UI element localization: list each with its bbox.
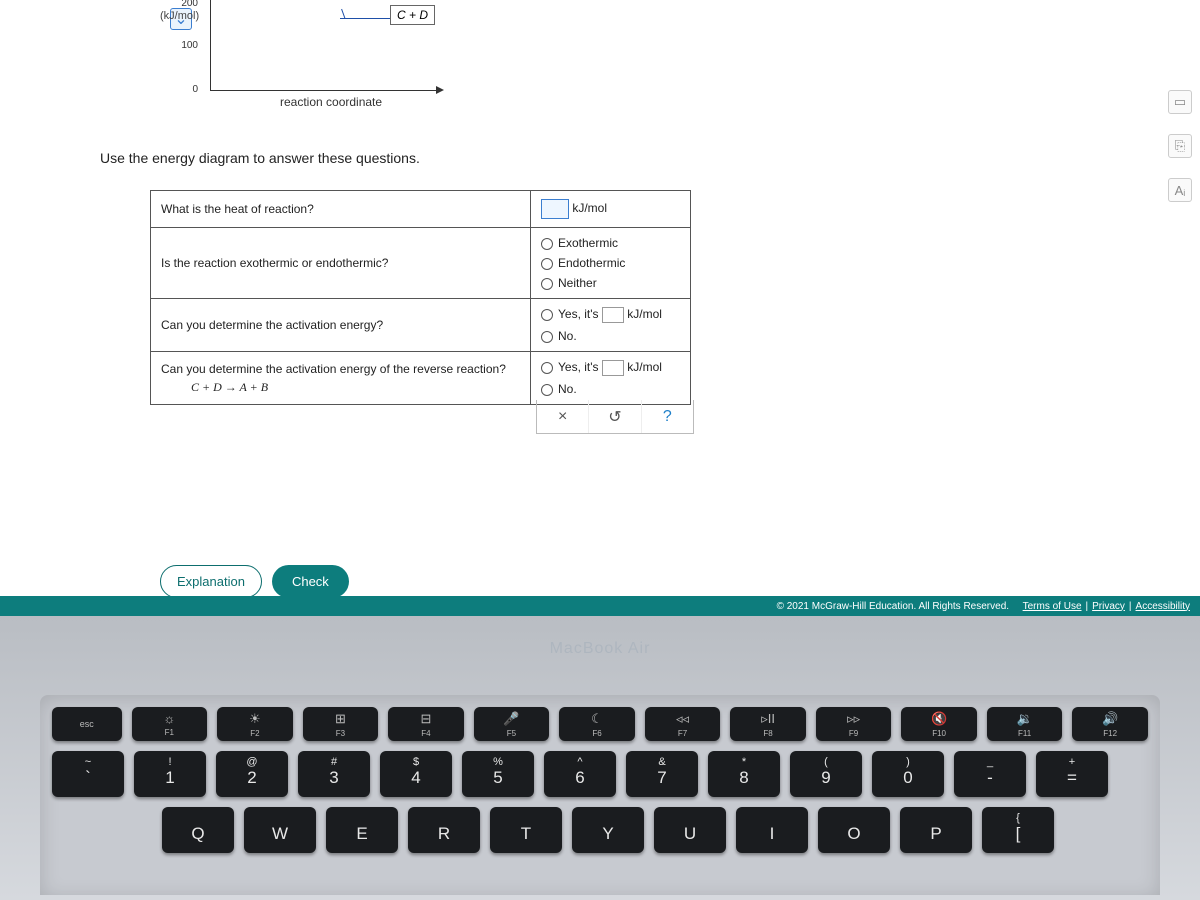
radio-neither[interactable] [541,278,553,290]
key-3[interactable]: #3 [298,751,370,797]
reset-button[interactable]: ↺ [588,400,640,433]
clear-button[interactable]: × [537,400,588,433]
keyboard: esc ☼F1 ☀F2 ⊞F3 ⊟F4 🎤F5 ☾F6 ◃◃F7 ▹IIF8 ▹▹F9 🔇F10 🔉F… [40,695,1160,895]
question-exo-endo: Is the reaction exothermic or endothermi… [151,228,531,299]
radio-endothermic[interactable] [541,258,553,270]
key-8[interactable]: *8 [708,751,780,797]
radio-act-yes[interactable] [541,309,553,321]
y-tick-100: 100 [181,40,198,51]
energy-diagram-chart: ⌄ (kJ/mol) 200 100 0 C + D reaction coor… [160,0,480,120]
key-t[interactable]: T [490,807,562,853]
key-7[interactable]: &7 [626,751,698,797]
key-i[interactable]: I [736,807,808,853]
key-f10[interactable]: 🔇F10 [901,707,977,741]
heat-value-input[interactable] [541,199,569,219]
question-activation: Can you determine the activation energy? [151,299,531,352]
side-tool-icons: ▭ ⎘ Aᵢ [1168,90,1192,202]
key-f1[interactable]: ☼F1 [132,707,208,741]
question-heat: What is the heat of reaction? [151,191,531,228]
key-o[interactable]: O [818,807,890,853]
key-4[interactable]: $4 [380,751,452,797]
help-icon: ? [663,408,672,426]
laptop-brand: MacBook Air [0,640,1200,658]
key-f9[interactable]: ▹▹F9 [816,707,892,741]
key-w[interactable]: W [244,807,316,853]
key-f5[interactable]: 🎤F5 [474,707,550,741]
copyright-text: © 2021 McGraw-Hill Education. All Rights… [777,601,1009,612]
answer-exo-endo: Exothermic Endothermic Neither [531,228,691,299]
key-5[interactable]: %5 [462,751,534,797]
key--[interactable]: _- [954,751,1026,797]
key-f4[interactable]: ⊟F4 [388,707,464,741]
calculator-icon[interactable]: ▭ [1168,90,1192,114]
rev-value-input[interactable] [602,360,624,376]
key-6[interactable]: ^6 [544,751,616,797]
close-icon: × [558,408,567,426]
key-r[interactable]: R [408,807,480,853]
x-axis [210,90,440,91]
arrow-right-icon [436,86,444,94]
undo-icon: ↺ [608,407,621,427]
reverse-reaction-equation: C + D → A + B [161,376,520,395]
y-tick-200: 200 [181,0,198,9]
text-size-icon[interactable]: Aᵢ [1168,178,1192,202]
explanation-button[interactable]: Explanation [160,565,262,598]
key-y[interactable]: Y [572,807,644,853]
y-axis-label: (kJ/mol) [160,10,199,22]
key-bracket[interactable]: {[ [982,807,1054,853]
key-0[interactable]: )0 [872,751,944,797]
radio-act-no[interactable] [541,331,553,343]
radio-rev-no[interactable] [541,384,553,396]
radio-exothermic[interactable] [541,238,553,250]
reference-icon[interactable]: ⎘ [1168,134,1192,158]
key-f11[interactable]: 🔉F11 [987,707,1063,741]
terms-link[interactable]: Terms of Use [1023,601,1082,612]
answer-activation: Yes, it's kJ/mol No. [531,299,691,352]
instruction-text: Use the energy diagram to answer these q… [100,150,420,166]
accessibility-link[interactable]: Accessibility [1136,601,1190,612]
key-f8[interactable]: ▹IIF8 [730,707,806,741]
question-table: What is the heat of reaction? kJ/mol Is … [150,190,691,405]
key-f12[interactable]: 🔊F12 [1072,707,1148,741]
check-button[interactable]: Check [272,565,349,598]
key-u[interactable]: U [654,807,726,853]
key-f3[interactable]: ⊞F3 [303,707,379,741]
key-q[interactable]: Q [162,807,234,853]
action-buttons: Explanation Check [160,565,349,598]
product-label: C + D [390,5,435,25]
key-f6[interactable]: ☾F6 [559,707,635,741]
answer-reverse-activation: Yes, it's kJ/mol No. [531,352,691,405]
key-f7[interactable]: ◃◃F7 [645,707,721,741]
help-button[interactable]: ? [641,400,693,433]
key-2[interactable]: @2 [216,751,288,797]
key-1[interactable]: !1 [134,751,206,797]
y-axis [210,0,211,90]
key-p[interactable]: P [900,807,972,853]
answer-heat: kJ/mol [531,191,691,228]
radio-rev-yes[interactable] [541,362,553,374]
key-esc[interactable]: esc [52,707,122,741]
x-axis-label: reaction coordinate [280,95,382,109]
key-=[interactable]: += [1036,751,1108,797]
key-f2[interactable]: ☀F2 [217,707,293,741]
footer: © 2021 McGraw-Hill Education. All Rights… [0,596,1200,616]
key-9[interactable]: (9 [790,751,862,797]
key-`[interactable]: ~` [52,751,124,797]
unit-label: kJ/mol [572,201,607,215]
key-e[interactable]: E [326,807,398,853]
question-reverse-activation: Can you determine the activation energy … [151,352,531,405]
act-value-input[interactable] [602,307,624,323]
privacy-link[interactable]: Privacy [1092,601,1125,612]
y-tick-0: 0 [192,84,198,95]
answer-toolbar: × ↺ ? [536,400,694,434]
assessment-panel: ⌄ (kJ/mol) 200 100 0 C + D reaction coor… [0,0,1200,600]
